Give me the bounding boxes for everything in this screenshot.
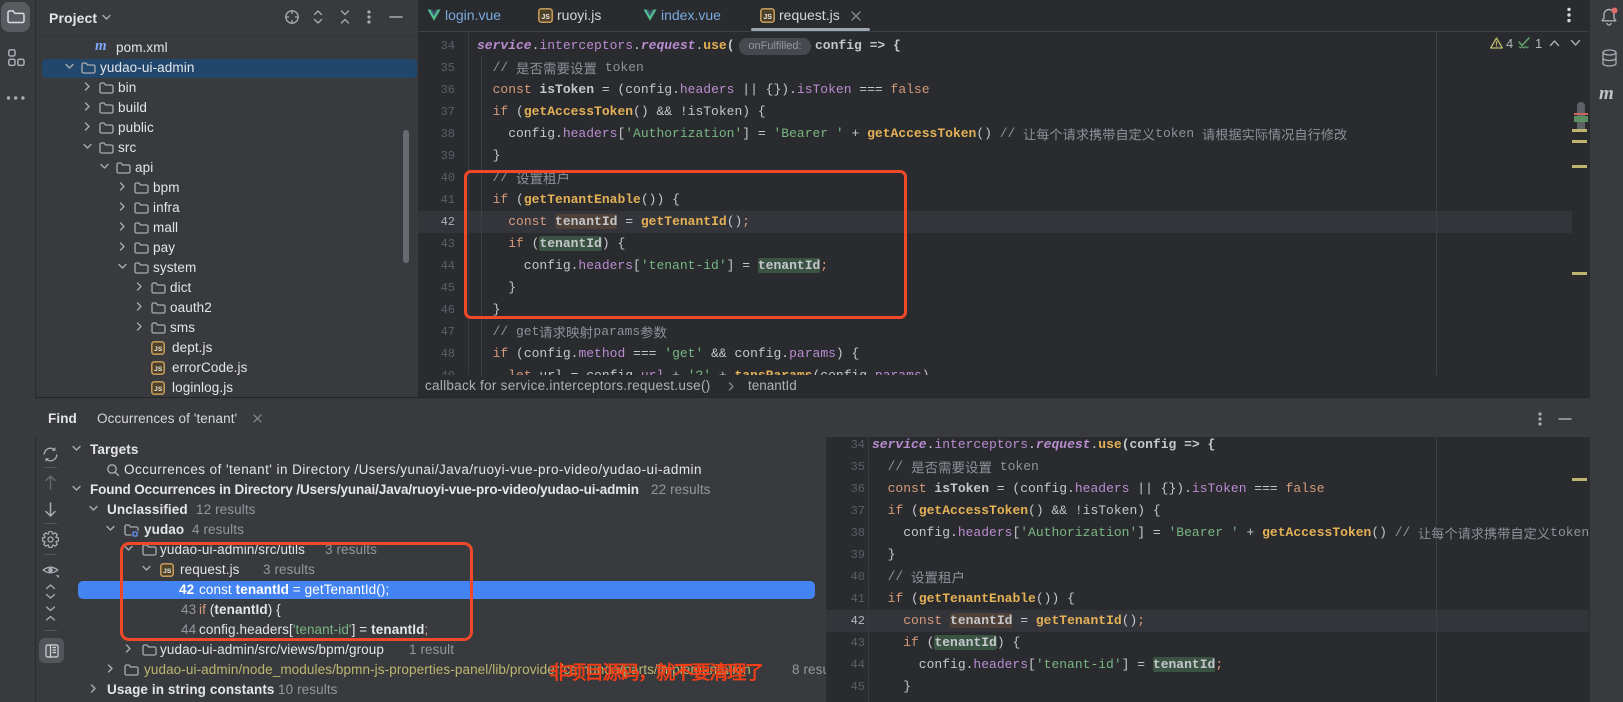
svg-text:JS: JS: [763, 14, 772, 21]
svg-text:JS: JS: [541, 14, 550, 21]
